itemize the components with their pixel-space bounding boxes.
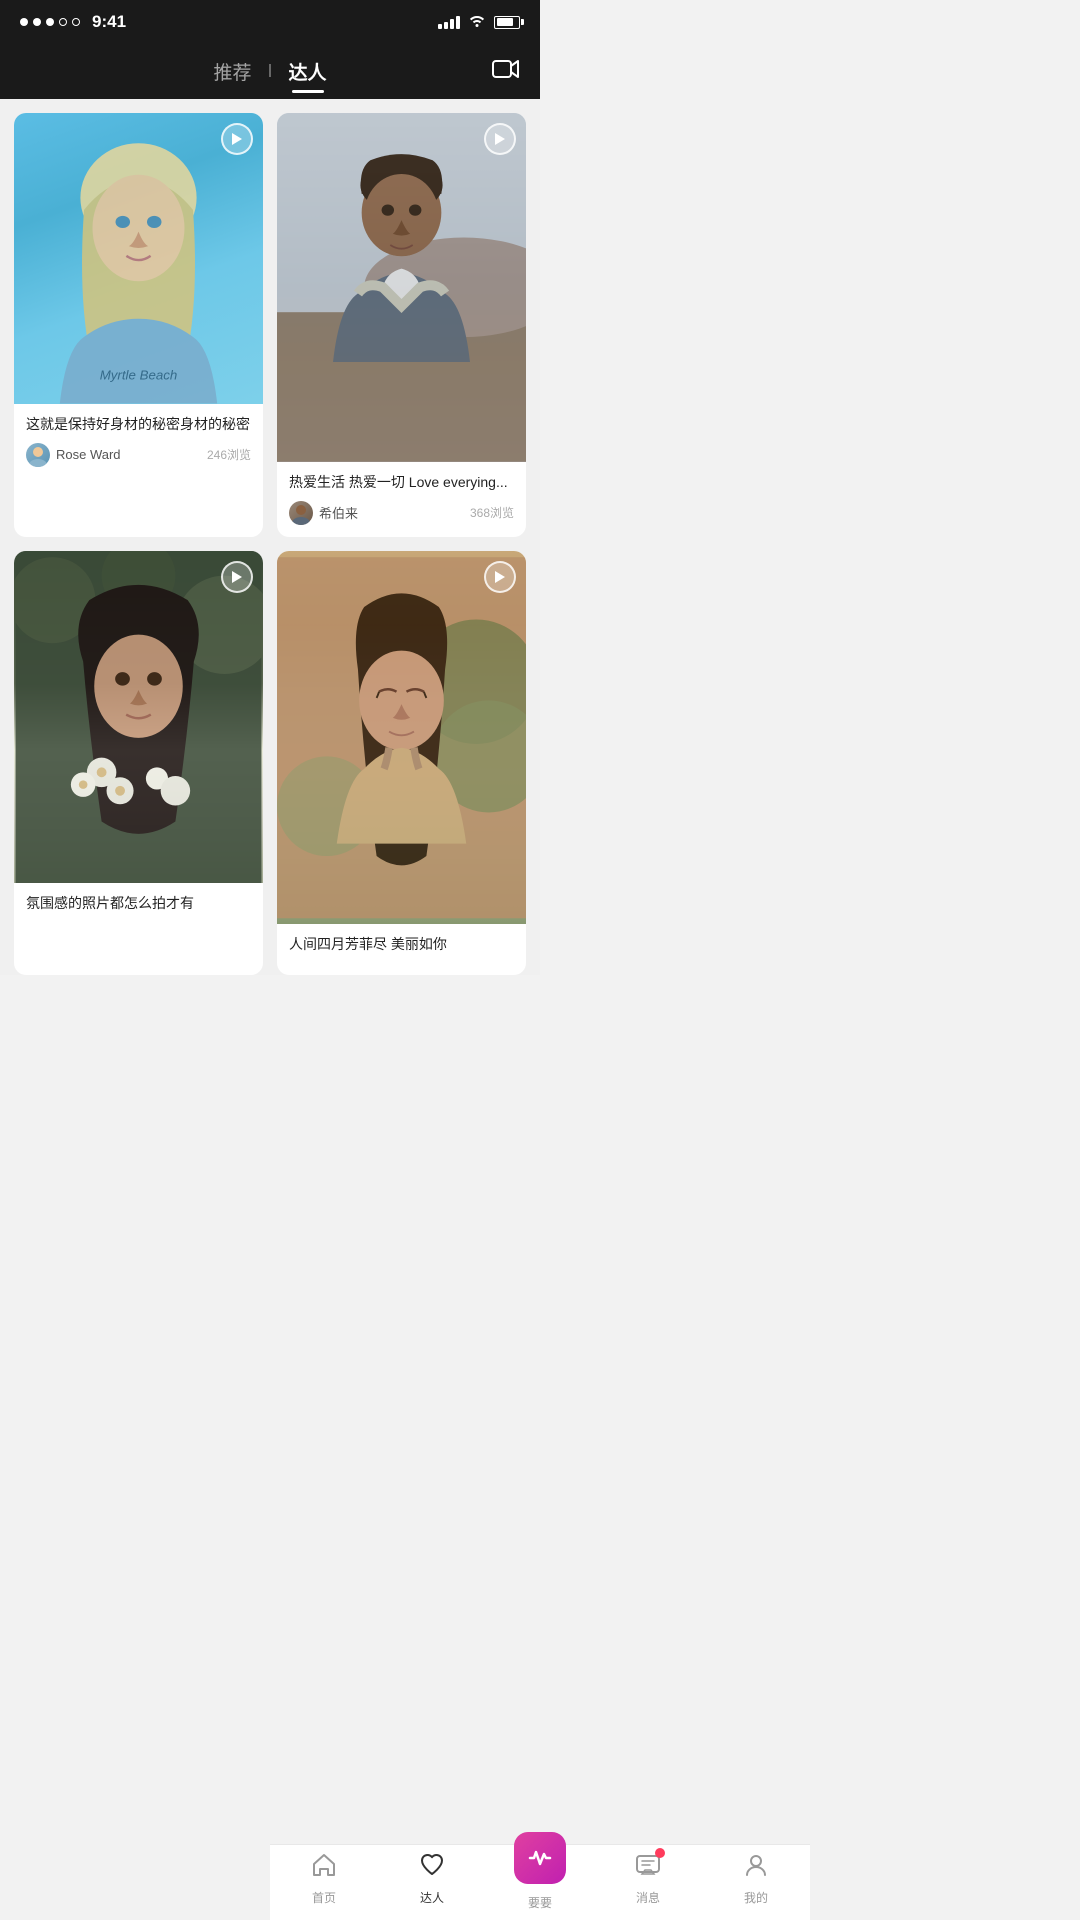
dot-4 [59,18,67,26]
card-4-play-btn[interactable] [484,561,516,593]
header: 推荐 I 达人 [0,44,540,99]
dot-2 [33,18,41,26]
status-dots [20,18,80,26]
status-time: 9:41 [92,12,126,32]
nav-yaoyao[interactable]: 要要 [510,1846,570,1911]
status-bar: 9:41 [0,0,540,44]
header-divider: I [267,61,272,82]
card-3-image [14,551,263,883]
nav-message-label: 消息 [636,1889,660,1906]
bar-1 [438,24,442,29]
bar-2 [444,22,448,29]
tab-daren[interactable]: 达人 [289,58,327,85]
card-2-avatar [289,501,313,525]
nav-home-label: 首页 [312,1889,336,1906]
card-2-author-name: 希伯来 [319,503,358,522]
card-4-title: 人间四月芳菲尽 美丽如你 [289,934,514,955]
home-icon [311,1852,337,1885]
nav-message[interactable]: 消息 [618,1852,678,1906]
dot-5 [72,18,80,26]
card-1[interactable]: Myrtle Beach 这就是保持好身材的秘密身材的秘密 Rose Ward [14,113,263,537]
card-1-body: 这就是保持好身材的秘密身材的秘密 Rose Ward 246浏览 [14,404,263,479]
nav-mine-label: 我的 [744,1889,768,1906]
bottom-nav: 首页 达人 要要 消息 [270,1844,810,1920]
card-1-author: Rose Ward [26,443,121,467]
nav-yaoyao-label: 要要 [528,1894,552,1911]
card-1-play-btn[interactable] [221,123,253,155]
dot-3 [46,18,54,26]
nav-home[interactable]: 首页 [294,1852,354,1906]
nav-daren-label: 达人 [420,1889,444,1906]
card-1-image: Myrtle Beach [14,113,263,404]
card-4-image [277,551,526,925]
bar-4 [456,16,460,29]
message-badge [655,1848,665,1858]
card-2-meta: 希伯来 368浏览 [289,501,514,525]
tab-tuijian[interactable]: 推荐 [213,58,251,85]
card-1-avatar [26,443,50,467]
card-1-views: 246浏览 [207,446,251,463]
card-1-author-name: Rose Ward [56,447,121,462]
bar-3 [450,19,454,29]
message-icon [635,1852,661,1885]
content-grid: Myrtle Beach 这就是保持好身材的秘密身材的秘密 Rose Ward [0,99,540,975]
card-2-play-btn[interactable] [484,123,516,155]
card-3-title: 氛围感的照片都怎么拍才有 [26,893,251,914]
card-2-title: 热爱生活 热爱一切 Love everying... [289,472,514,493]
pulse-icon [514,1832,566,1884]
card-4-body: 人间四月芳菲尽 美丽如你 [277,924,526,975]
video-record-button[interactable] [492,58,520,86]
wifi-icon [468,13,486,32]
status-left: 9:41 [20,12,126,32]
card-2-image [277,113,526,462]
card-2-views: 368浏览 [470,504,514,521]
nav-mine[interactable]: 我的 [726,1852,786,1906]
card-3-play-btn[interactable] [221,561,253,593]
nav-daren[interactable]: 达人 [402,1852,462,1906]
card-3-body: 氛围感的照片都怎么拍才有 [14,883,263,934]
user-icon [743,1852,769,1885]
card-2-body: 热爱生活 热爱一切 Love everying... 希伯来 368浏览 [277,462,526,537]
heart-icon [419,1852,445,1885]
header-title: 推荐 I 达人 [213,58,326,85]
card-2-author: 希伯来 [289,501,358,525]
dot-1 [20,18,28,26]
battery-icon [494,16,520,29]
card-3[interactable]: 氛围感的照片都怎么拍才有 [14,551,263,976]
card-1-meta: Rose Ward 246浏览 [26,443,251,467]
signal-icon [438,16,460,29]
svg-text:Myrtle Beach: Myrtle Beach [100,367,178,382]
card-4[interactable]: 人间四月芳菲尽 美丽如你 [277,551,526,976]
status-right [438,13,520,32]
battery-fill [497,18,514,26]
card-2[interactable]: 热爱生活 热爱一切 Love everying... 希伯来 368浏览 [277,113,526,537]
card-1-title: 这就是保持好身材的秘密身材的秘密 [26,414,251,435]
